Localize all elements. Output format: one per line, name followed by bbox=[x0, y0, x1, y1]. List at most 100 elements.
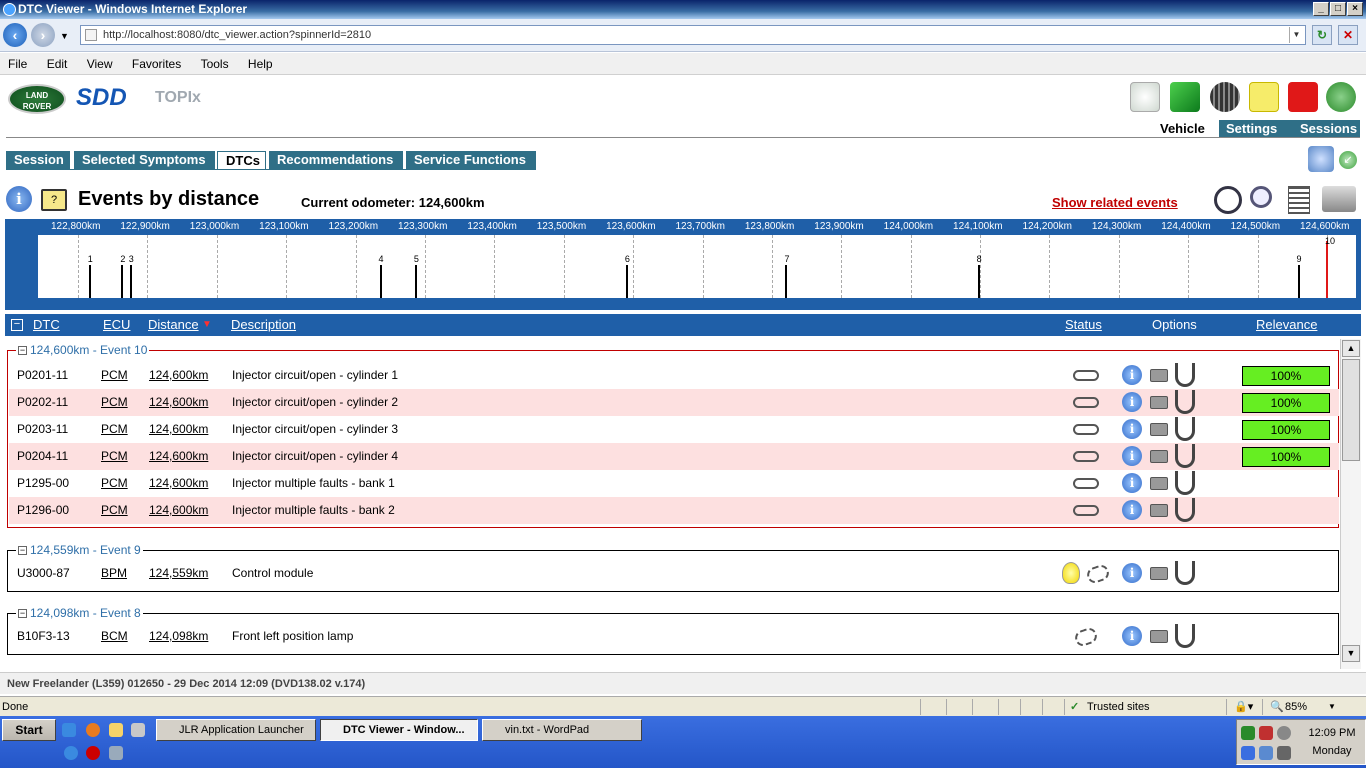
camera-icon[interactable] bbox=[1150, 396, 1168, 409]
timeline-event-marker[interactable] bbox=[129, 265, 132, 298]
camera-icon[interactable] bbox=[1150, 630, 1168, 643]
timeline-event-marker[interactable] bbox=[88, 265, 91, 298]
search-icon[interactable] bbox=[1250, 186, 1272, 208]
minimize-button[interactable]: _ bbox=[1313, 2, 1329, 16]
table-row[interactable]: P0201-11 PCM 124,600km Injector circuit/… bbox=[9, 362, 1339, 389]
col-description[interactable]: Description bbox=[231, 314, 296, 336]
info-icon[interactable]: i bbox=[1122, 473, 1142, 493]
exit-arrow-icon[interactable]: ↙ bbox=[1339, 151, 1357, 169]
tray-volume-icon[interactable] bbox=[1277, 726, 1291, 740]
show-related-events-link[interactable]: Show related events bbox=[1052, 195, 1178, 210]
connect-cable-icon[interactable] bbox=[1170, 82, 1200, 112]
ecu-link[interactable]: PCM bbox=[101, 443, 128, 470]
computer-network-icon[interactable] bbox=[1308, 146, 1334, 172]
nav-sessions[interactable]: Sessions bbox=[1293, 120, 1360, 138]
tray-security-icon[interactable] bbox=[1259, 726, 1273, 740]
stop-icon[interactable]: ✕ bbox=[1338, 25, 1358, 45]
tab-recommendations[interactable]: Recommendations bbox=[269, 151, 403, 169]
col-status[interactable]: Status bbox=[1065, 314, 1102, 336]
taskbar-item-jlr-launcher[interactable]: JLR Application Launcher bbox=[156, 719, 316, 741]
distance-link[interactable]: 124,600km bbox=[149, 389, 208, 416]
download-update-icon[interactable] bbox=[1326, 82, 1356, 112]
timeline-event-marker[interactable] bbox=[1297, 265, 1300, 298]
ie-small-quicklaunch-icon[interactable] bbox=[64, 746, 78, 760]
timeline-event-marker[interactable] bbox=[1326, 241, 1328, 298]
protected-mode-icon[interactable]: 🔒▾ bbox=[1234, 697, 1253, 717]
tab-dtcs[interactable]: DTCs bbox=[217, 151, 266, 169]
scroll-down-button[interactable]: ▼ bbox=[1342, 645, 1360, 662]
ecu-link[interactable]: BCM bbox=[101, 623, 128, 650]
tray-device-icon[interactable] bbox=[1277, 746, 1291, 760]
camera-icon[interactable] bbox=[1150, 369, 1168, 382]
folder-quicklaunch-icon[interactable] bbox=[109, 723, 123, 737]
distance-link[interactable]: 124,098km bbox=[149, 623, 208, 650]
clock-icon[interactable] bbox=[1214, 186, 1242, 214]
vehicle-health-icon[interactable] bbox=[1130, 82, 1160, 112]
table-row[interactable]: P0202-11 PCM 124,600km Injector circuit/… bbox=[9, 389, 1339, 416]
tab-selected-symptoms[interactable]: Selected Symptoms bbox=[74, 151, 215, 169]
stethoscope-icon[interactable] bbox=[1175, 624, 1195, 648]
stethoscope-icon[interactable] bbox=[1175, 471, 1195, 495]
stethoscope-icon[interactable] bbox=[1175, 498, 1195, 522]
camera-icon[interactable] bbox=[1150, 504, 1168, 517]
nav-vehicle[interactable]: Vehicle bbox=[1153, 120, 1219, 138]
distance-link[interactable]: 124,600km bbox=[149, 443, 208, 470]
stethoscope-icon[interactable] bbox=[1175, 444, 1195, 468]
printer-icon[interactable] bbox=[1322, 186, 1356, 212]
zoom-icon[interactable]: 🔍 bbox=[1270, 697, 1284, 717]
scroll-up-button[interactable]: ▲ bbox=[1342, 340, 1360, 357]
table-row[interactable]: P0203-11 PCM 124,600km Injector circuit/… bbox=[9, 416, 1339, 443]
stethoscope-icon[interactable] bbox=[1175, 390, 1195, 414]
col-dtc[interactable]: DTC bbox=[33, 314, 60, 336]
collapse-group-icon[interactable]: − bbox=[18, 609, 27, 619]
sort-desc-icon[interactable]: ▼ bbox=[202, 314, 212, 336]
tray-network-icon[interactable] bbox=[1241, 726, 1255, 740]
list-view-icon[interactable] bbox=[1288, 186, 1310, 214]
event-group-label[interactable]: −124,098km - Event 8 bbox=[16, 606, 143, 620]
opera-quicklaunch-icon[interactable] bbox=[86, 746, 100, 760]
list-scrollbar[interactable]: ▲ ▼ bbox=[1340, 339, 1361, 669]
ecu-link[interactable]: PCM bbox=[101, 416, 128, 443]
taskbar-item-wordpad[interactable]: vin.txt - WordPad bbox=[482, 719, 642, 741]
refresh-icon[interactable]: ↻ bbox=[1312, 25, 1332, 45]
collapse-all-icon[interactable]: − bbox=[11, 319, 23, 331]
info-icon[interactable]: i bbox=[1122, 626, 1142, 646]
notes-icon[interactable] bbox=[1249, 82, 1279, 112]
camera-icon[interactable] bbox=[1150, 423, 1168, 436]
info-icon[interactable]: i bbox=[1122, 392, 1142, 412]
tray-monitor-icon[interactable] bbox=[1241, 746, 1255, 760]
back-button[interactable]: ‹ bbox=[3, 23, 27, 47]
distance-link[interactable]: 124,559km bbox=[149, 560, 208, 587]
info-icon[interactable]: i bbox=[1122, 446, 1142, 466]
collapse-group-icon[interactable]: − bbox=[18, 546, 27, 556]
timeline-event-marker[interactable] bbox=[785, 265, 788, 298]
table-row[interactable]: P1296-00 PCM 124,600km Injector multiple… bbox=[9, 497, 1339, 524]
taskbar-item-dtc-viewer[interactable]: DTC Viewer - Window... bbox=[320, 719, 478, 741]
media-quicklaunch-icon[interactable] bbox=[131, 723, 145, 737]
recent-pages-dropdown-icon[interactable]: ▼ bbox=[60, 31, 69, 41]
ie-quicklaunch-icon[interactable] bbox=[62, 723, 76, 737]
menu-tools[interactable]: Tools bbox=[201, 57, 229, 71]
collapse-group-icon[interactable]: − bbox=[18, 346, 27, 356]
distance-link[interactable]: 124,600km bbox=[149, 362, 208, 389]
ecu-link[interactable]: PCM bbox=[101, 470, 128, 497]
timeline-event-marker[interactable] bbox=[379, 265, 382, 298]
close-button[interactable]: × bbox=[1347, 2, 1363, 16]
info-icon[interactable]: i bbox=[6, 186, 32, 212]
stethoscope-icon[interactable] bbox=[1175, 363, 1195, 387]
table-row[interactable]: B10F3-13 BCM 124,098km Front left positi… bbox=[9, 623, 1339, 650]
event-group-label[interactable]: −124,559km - Event 9 bbox=[16, 543, 143, 557]
info-icon[interactable]: i bbox=[1122, 365, 1142, 385]
tray-usb-icon[interactable] bbox=[1259, 746, 1273, 760]
stethoscope-icon[interactable] bbox=[1175, 417, 1195, 441]
nav-settings[interactable]: Settings bbox=[1219, 120, 1293, 138]
tab-service-functions[interactable]: Service Functions bbox=[406, 151, 536, 169]
ecu-link[interactable]: PCM bbox=[101, 389, 128, 416]
camera-icon[interactable] bbox=[1150, 567, 1168, 580]
ecu-link[interactable]: PCM bbox=[101, 362, 128, 389]
ecu-link[interactable]: PCM bbox=[101, 497, 128, 524]
col-relevance[interactable]: Relevance bbox=[1256, 314, 1317, 336]
ecu-link[interactable]: BPM bbox=[101, 560, 127, 587]
scroll-thumb[interactable] bbox=[1342, 359, 1360, 461]
timeline-event-marker[interactable] bbox=[977, 265, 980, 298]
